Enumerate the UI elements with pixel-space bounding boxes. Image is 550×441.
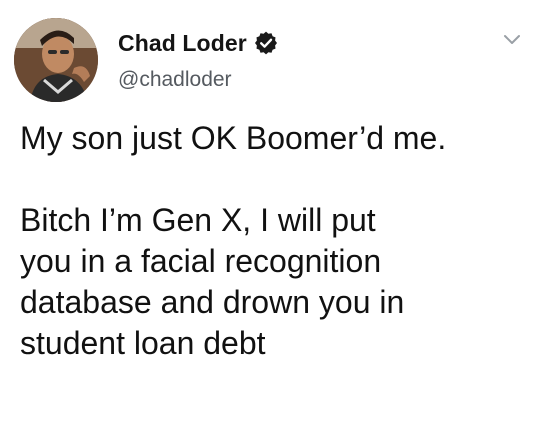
- author-display-name[interactable]: Chad Loder: [118, 30, 247, 57]
- tweet-text-line: Bitch I’m Gen X, I will put: [20, 202, 376, 238]
- tweet-card: Chad Loder @chadloder My son just OK Boo…: [0, 0, 550, 441]
- author-handle[interactable]: @chadloder: [118, 68, 232, 92]
- chevron-down-icon[interactable]: [503, 34, 521, 46]
- tweet-text: My son just OK Boomer’d me. Bitch I’m Ge…: [20, 118, 535, 364]
- tweet-text-blank-line: [20, 159, 535, 200]
- verified-badge-icon: [254, 31, 278, 55]
- avatar-photo: [14, 18, 98, 102]
- author-avatar[interactable]: [14, 18, 98, 102]
- tweet-text-line: database and drown you in: [20, 284, 405, 320]
- tweet-text-line: you in a facial recognition: [20, 243, 382, 279]
- author-name-row: Chad Loder: [118, 28, 278, 58]
- tweet-text-line: student loan debt: [20, 325, 266, 361]
- tweet-text-line: My son just OK Boomer’d me.: [20, 120, 447, 156]
